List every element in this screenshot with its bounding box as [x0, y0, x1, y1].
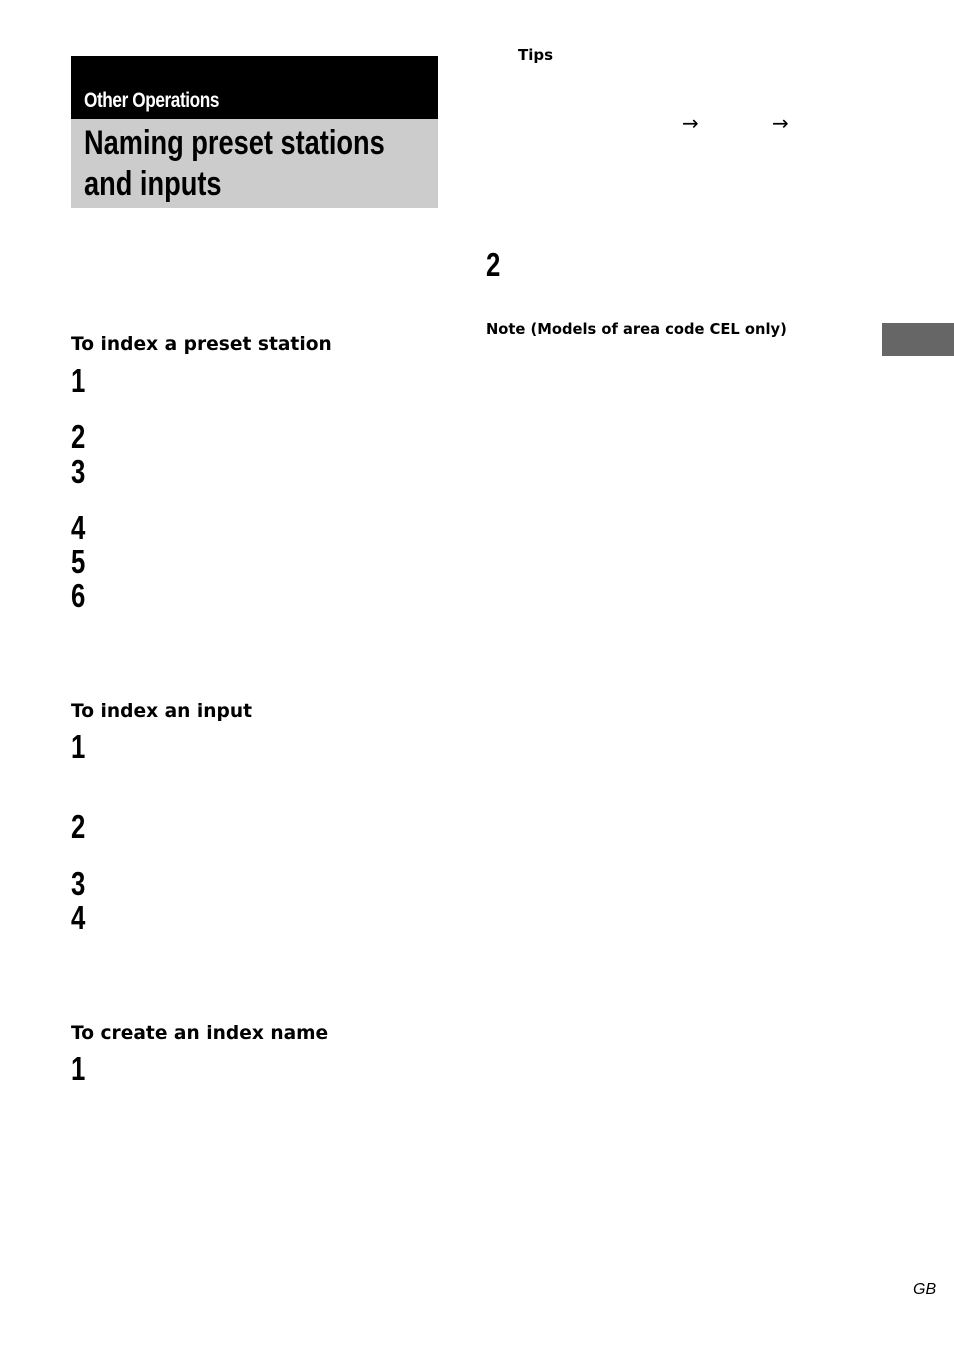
page-title-line-1: Naming preset stations: [84, 124, 385, 162]
section-label: Other Operations: [84, 89, 220, 112]
arrow-right-icon: →: [772, 111, 789, 135]
page-title: Naming preset stations and inputs: [84, 123, 385, 205]
step-number: 4: [71, 509, 86, 546]
step-number: 2: [71, 418, 86, 455]
arrow-right-icon: →: [682, 111, 699, 135]
step-number: 1: [71, 728, 86, 765]
step-number: 4: [71, 899, 86, 936]
note-label: Note (Models of area code CEL only): [486, 320, 787, 338]
step-number: 5: [71, 543, 86, 580]
step-number: 2: [486, 246, 501, 283]
step-number: 1: [71, 1050, 86, 1087]
tips-label: Tips: [518, 46, 554, 64]
title-bar: Naming preset stations and inputs: [71, 119, 438, 208]
step-number: 3: [71, 865, 86, 902]
step-number: 6: [71, 577, 86, 614]
step-number: 2: [71, 808, 86, 845]
subheading-create-index-name: To create an index name: [71, 1022, 329, 1044]
subheading-index-preset-station: To index a preset station: [71, 333, 332, 355]
chapter-side-tab: [882, 323, 954, 356]
page-title-line-2: and inputs: [84, 165, 222, 203]
section-header-bar: Other Operations: [71, 56, 438, 119]
subheading-index-input: To index an input: [71, 700, 253, 722]
footer-locale-code: GB: [913, 1281, 937, 1298]
step-number: 1: [71, 362, 86, 399]
step-number: 3: [71, 453, 86, 490]
